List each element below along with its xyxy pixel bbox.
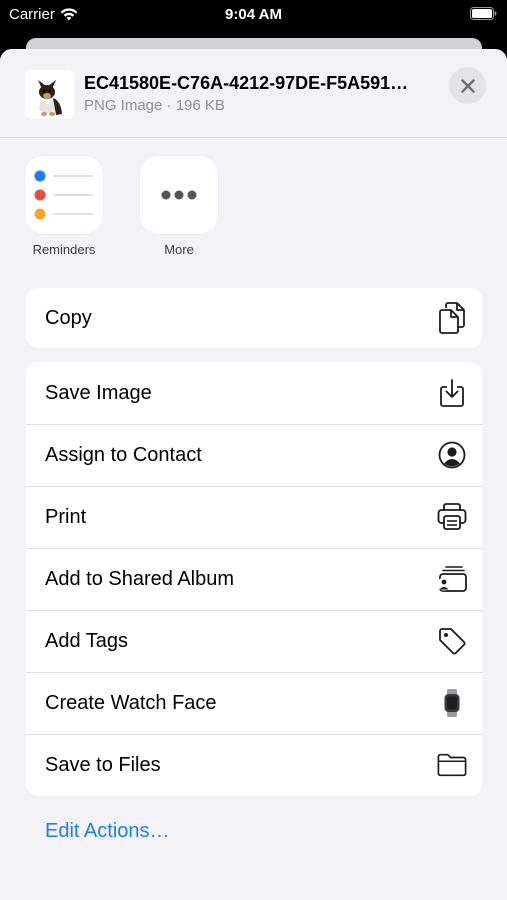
action-label-copy: Copy bbox=[45, 306, 92, 329]
action-label-print: Print bbox=[45, 505, 87, 528]
close-button[interactable] bbox=[449, 67, 486, 104]
action-label-add-tags: Add Tags bbox=[45, 629, 129, 652]
action-assign-to-contact[interactable]: Assign to Contact bbox=[26, 424, 482, 486]
printer-icon bbox=[437, 502, 467, 532]
app-reminders[interactable]: Reminders bbox=[24, 156, 104, 257]
actions-group-main: Save Image Assign to Contact Print Add t… bbox=[26, 362, 482, 796]
app-row: Reminders More bbox=[0, 138, 507, 257]
action-label-create-watch-face: Create Watch Face bbox=[45, 691, 217, 714]
watch-icon bbox=[437, 688, 467, 718]
action-label-assign-to-contact: Assign to Contact bbox=[45, 443, 202, 466]
app-label-reminders: Reminders bbox=[32, 242, 96, 257]
tag-icon bbox=[437, 626, 467, 656]
app-label-more: More bbox=[164, 242, 194, 257]
action-label-save-to-files: Save to Files bbox=[45, 753, 161, 776]
action-save-to-files[interactable]: Save to Files bbox=[26, 734, 482, 796]
battery-icon bbox=[470, 7, 497, 20]
action-label-save-image: Save Image bbox=[45, 381, 152, 404]
actions-group-copy: Copy bbox=[26, 288, 482, 348]
action-label-add-to-shared-album: Add to Shared Album bbox=[45, 567, 235, 590]
shared-album-icon bbox=[437, 564, 467, 594]
copy-icon bbox=[437, 302, 467, 334]
file-subtitle: PNG Image · 196 KB bbox=[84, 97, 225, 114]
contact-icon bbox=[437, 440, 467, 470]
folder-icon bbox=[437, 750, 467, 780]
share-sheet: EC41580E-C76A-4212-97DE-F5A591… PNG Imag… bbox=[0, 49, 507, 900]
status-time: 9:04 AM bbox=[225, 6, 282, 23]
status-bar: Carrier 9:04 AM bbox=[0, 0, 507, 30]
dog-thumbnail-image bbox=[25, 70, 74, 119]
action-copy[interactable]: Copy bbox=[26, 288, 482, 348]
file-thumbnail bbox=[25, 70, 74, 119]
share-header: EC41580E-C76A-4212-97DE-F5A591… PNG Imag… bbox=[0, 49, 507, 138]
action-add-to-shared-album[interactable]: Add to Shared Album bbox=[26, 548, 482, 610]
action-add-tags[interactable]: Add Tags bbox=[26, 610, 482, 672]
app-more[interactable]: More bbox=[139, 156, 219, 257]
action-create-watch-face[interactable]: Create Watch Face bbox=[26, 672, 482, 734]
xmark-icon bbox=[460, 78, 475, 93]
action-save-image[interactable]: Save Image bbox=[26, 362, 482, 424]
ellipsis-icon bbox=[140, 156, 218, 234]
action-print[interactable]: Print bbox=[26, 486, 482, 548]
reminders-icon bbox=[25, 156, 103, 234]
save-image-icon bbox=[437, 378, 467, 408]
edit-actions-link[interactable]: Edit Actions… bbox=[45, 820, 170, 843]
file-title: EC41580E-C76A-4212-97DE-F5A591… bbox=[84, 73, 409, 93]
